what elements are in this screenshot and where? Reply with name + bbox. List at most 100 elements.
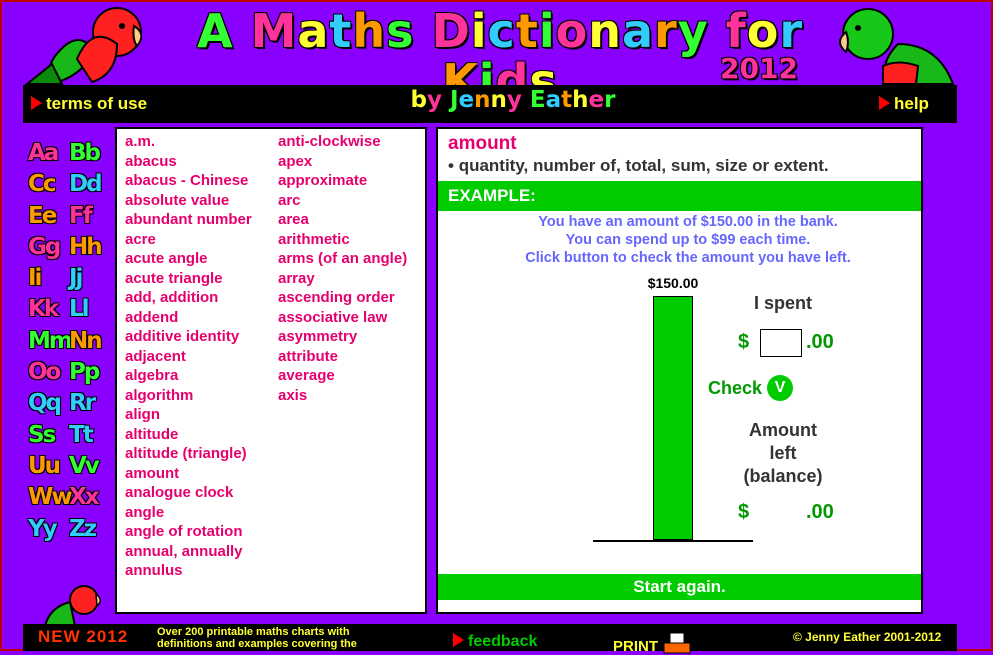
instruction-line: You can spend up to $99 each time. (565, 232, 811, 248)
word-link[interactable]: acute triangle (125, 269, 252, 289)
word-link[interactable]: angle of rotation (125, 522, 252, 542)
letter-u-link[interactable]: Uu (28, 451, 69, 482)
check-label: Check (708, 377, 763, 398)
word-link[interactable]: abundant number (125, 210, 252, 230)
word-link[interactable]: annulus (125, 561, 252, 581)
play-triangle-icon (31, 96, 42, 110)
copyright-text: © Jenny Eather 2001-2012 (793, 630, 942, 644)
word-link[interactable]: axis (278, 386, 407, 406)
letter-t-link[interactable]: Tt (69, 420, 110, 451)
letter-n-link[interactable]: Nn (69, 326, 110, 357)
word-link[interactable]: algebra (125, 366, 252, 386)
word-link[interactable]: array (278, 269, 407, 289)
letter-g-link[interactable]: Gg (28, 232, 69, 263)
word-link[interactable]: annual, annually (125, 542, 252, 562)
letter-o-link[interactable]: Oo (28, 357, 69, 388)
check-icon: V (767, 375, 794, 401)
instruction-line: Click button to check the amount you hav… (525, 250, 851, 266)
word-link[interactable]: associative law (278, 308, 407, 328)
letter-w-link[interactable]: Ww (28, 482, 73, 513)
letter-m-link[interactable]: Mm (28, 326, 73, 357)
letter-i-link[interactable]: Ii (28, 263, 69, 294)
word-link[interactable]: approximate (278, 171, 407, 191)
word-link[interactable]: add, addition (125, 288, 252, 308)
word-link[interactable]: attribute (278, 347, 407, 367)
letter-h-link[interactable]: Hh (69, 232, 110, 263)
letter-r-link[interactable]: Rr (69, 388, 110, 419)
alphabet-row: Ww Xx (28, 482, 110, 513)
start-again-button[interactable]: Start again. (438, 574, 921, 600)
definition-value: quantity, number of, total, sum, size or… (458, 156, 829, 175)
spent-amount-input[interactable] (760, 329, 802, 357)
word-link[interactable]: altitude (triangle) (125, 444, 252, 464)
spent-label: I spent (754, 293, 813, 313)
word-link[interactable]: arms (of an angle) (278, 249, 407, 269)
word-link[interactable]: apex (278, 152, 407, 172)
letter-b-link[interactable]: Bb (69, 138, 110, 169)
letter-f-link[interactable]: Ff (69, 201, 110, 232)
letter-v-link[interactable]: Vv (69, 451, 110, 482)
parrot-small-icon (43, 585, 101, 626)
parrot-right-icon (839, 8, 955, 85)
byline-letter: E (529, 87, 546, 113)
byline-letter (442, 87, 450, 113)
check-button[interactable]: Check V (708, 375, 794, 401)
word-link[interactable]: analogue clock (125, 483, 252, 503)
letter-c-link[interactable]: Cc (28, 169, 69, 200)
word-link[interactable]: abacus - Chinese (125, 171, 252, 191)
word-link[interactable]: align (125, 405, 252, 425)
word-link[interactable]: adjacent (125, 347, 252, 367)
letter-e-link[interactable]: Ee (28, 201, 69, 232)
alphabet-row: Gg Hh (28, 232, 110, 263)
byline-letter: y (426, 87, 442, 113)
letter-p-link[interactable]: Pp (69, 357, 110, 388)
letter-s-link[interactable]: Ss (28, 420, 69, 451)
terms-of-use-link[interactable]: terms of use (31, 94, 147, 114)
balance-cents-suffix: .00 (806, 501, 834, 523)
word-list-panel: a.m. abacus abacus - Chinese absolute value… (115, 127, 427, 614)
word-link[interactable]: additive identity (125, 327, 252, 347)
top-nav-bar: terms of use by Jenny Eather help (23, 85, 957, 123)
word-link[interactable]: acute angle (125, 249, 252, 269)
word-link[interactable]: acre (125, 230, 252, 250)
word-link[interactable]: addend (125, 308, 252, 328)
word-link[interactable]: arithmetic (278, 230, 407, 250)
word-link[interactable]: area (278, 210, 407, 230)
balance-bar (653, 296, 693, 540)
example-header-bar: EXAMPLE: (438, 181, 921, 211)
bar-value-label: $150.00 (647, 275, 699, 291)
letter-k-link[interactable]: Kk (28, 294, 69, 325)
word-link[interactable]: amount (125, 464, 252, 484)
play-triangle-icon (453, 633, 464, 647)
help-label: help (894, 94, 929, 113)
alphabet-row: Ee Ff (28, 201, 110, 232)
letter-y-link[interactable]: Yy (28, 514, 69, 545)
letter-q-link[interactable]: Qq (28, 388, 69, 419)
word-link[interactable]: algorithm (125, 386, 252, 406)
letter-a-link[interactable]: Aa (28, 138, 69, 169)
feedback-link[interactable]: feedback (453, 633, 537, 651)
word-link[interactable]: arc (278, 191, 407, 211)
word-link[interactable]: a.m. (125, 132, 252, 152)
letter-j-link[interactable]: Jj (69, 263, 110, 294)
letter-d-link[interactable]: Dd (69, 169, 110, 200)
letter-l-link[interactable]: Ll (69, 294, 110, 325)
help-link[interactable]: help (879, 94, 929, 114)
word-link[interactable]: altitude (125, 425, 252, 445)
alphabet-row: Oo Pp (28, 357, 110, 388)
word-link[interactable]: absolute value (125, 191, 252, 211)
parrot-left-icon (24, 7, 142, 86)
byline-letter: r (604, 87, 616, 113)
letter-z-link[interactable]: Zz (69, 514, 110, 545)
promo-text[interactable]: Over 200 printable maths charts with def… (157, 626, 387, 651)
word-link[interactable]: abacus (125, 152, 252, 172)
print-button[interactable]: PRINT (613, 632, 692, 655)
word-link[interactable]: angle (125, 503, 252, 523)
spent-dollar-sign: $ (738, 331, 750, 353)
letter-x-link[interactable]: Xx (69, 482, 110, 513)
word-link[interactable]: anti-clockwise (278, 132, 407, 152)
word-link[interactable]: asymmetry (278, 327, 407, 347)
word-link[interactable]: ascending order (278, 288, 407, 308)
byline-letter: a (545, 87, 562, 113)
word-link[interactable]: average (278, 366, 407, 386)
